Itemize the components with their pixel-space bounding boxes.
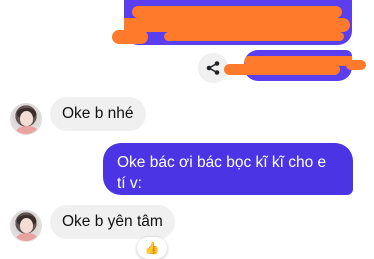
redacted-outgoing-message[interactable] — [244, 50, 352, 81]
contact-avatar[interactable] — [10, 103, 42, 135]
redaction-scribble — [224, 64, 254, 75]
redacted-outgoing-message[interactable] — [124, 0, 352, 45]
redaction-scribble — [244, 64, 340, 75]
redaction-scribble — [346, 60, 366, 70]
redaction-scribble — [164, 32, 344, 41]
message-reaction[interactable]: 👍 — [137, 237, 167, 259]
outgoing-message[interactable]: Oke bác ơi bác bọc kĩ kĩ cho e tí v: — [103, 143, 353, 195]
incoming-message[interactable]: Oke b nhé — [50, 97, 146, 131]
redaction-scribble — [132, 6, 342, 18]
thumbs-up-icon: 👍 — [144, 241, 160, 255]
contact-avatar[interactable] — [10, 210, 42, 242]
redaction-scribble — [124, 18, 350, 32]
share-icon — [206, 61, 220, 75]
redaction-scribble — [112, 30, 148, 44]
incoming-message[interactable]: Oke b yên tâm — [50, 205, 175, 239]
